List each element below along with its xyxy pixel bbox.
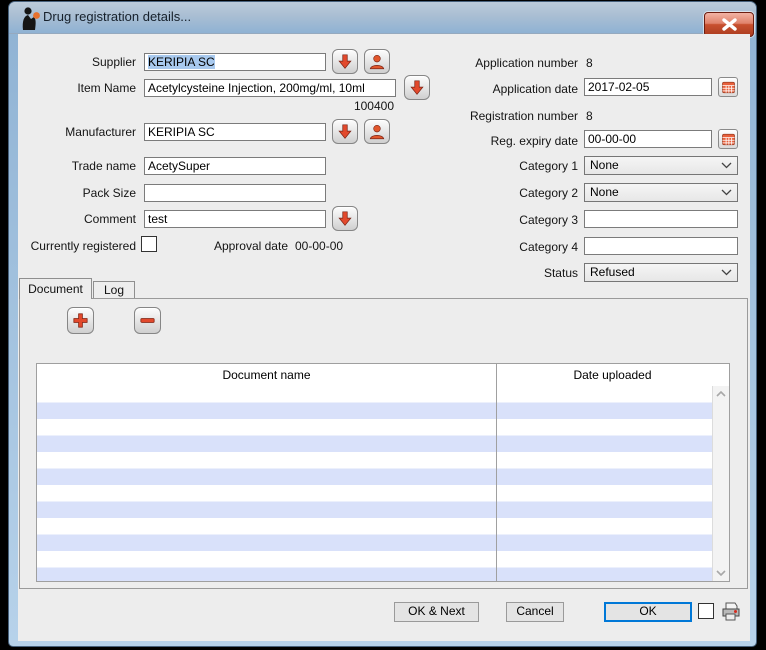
table-body[interactable]: [37, 386, 729, 581]
red-down-arrow-icon: [336, 210, 354, 228]
category2-label: Category 2: [388, 184, 578, 202]
category2-select[interactable]: None: [584, 183, 738, 202]
chevron-down-icon: [721, 269, 732, 276]
window-title: Drug registration details...: [43, 9, 191, 24]
approval-date-label: Approval date: [138, 237, 288, 255]
trade-name-label: Trade name: [18, 157, 136, 175]
red-down-arrow-icon: [336, 123, 354, 141]
comment-label: Comment: [18, 210, 136, 228]
chevron-down-icon: [716, 570, 726, 576]
calendar-icon: [721, 80, 736, 95]
pack-size-label: Pack Size: [18, 184, 136, 202]
category1-label: Category 1: [388, 157, 578, 175]
dialog-content: Supplier KERIPIA SC Item Name Acetylcyst…: [18, 34, 750, 641]
pack-size-input[interactable]: [144, 184, 326, 202]
item-name-input[interactable]: Acetylcysteine Injection, 200mg/ml, 10ml: [144, 79, 396, 97]
item-name-label: Item Name: [18, 79, 136, 97]
comment-dropdown-button[interactable]: [332, 206, 358, 231]
printer-icon: [720, 601, 742, 622]
close-x-icon: [721, 18, 738, 31]
title-bar[interactable]: Drug registration details...: [9, 2, 756, 34]
column-header-document-name[interactable]: Document name: [37, 364, 496, 386]
remove-button[interactable]: [134, 307, 161, 334]
column-header-date-uploaded[interactable]: Date uploaded: [496, 364, 729, 386]
reg-expiry-calendar-button[interactable]: [718, 129, 738, 149]
person-icon: [368, 123, 386, 141]
supplier-input[interactable]: KERIPIA SC: [144, 53, 326, 71]
reg-expiry-date-label: Reg. expiry date: [388, 132, 578, 150]
item-code: 100400: [144, 97, 394, 115]
add-button[interactable]: [67, 307, 94, 334]
supplier-dropdown-button[interactable]: [332, 49, 358, 74]
chevron-down-icon: [721, 189, 732, 196]
screen: Drug registration details... Supplier KE…: [0, 0, 766, 650]
category4-label: Category 4: [388, 238, 578, 256]
trade-name-input[interactable]: AcetySuper: [144, 157, 326, 175]
application-date-calendar-button[interactable]: [718, 77, 738, 97]
application-number-label: Application number: [388, 54, 578, 72]
application-number-value: 8: [586, 54, 593, 72]
vertical-scrollbar[interactable]: [712, 386, 729, 581]
category3-input[interactable]: [584, 210, 738, 228]
application-date-label: Application date: [388, 80, 578, 98]
dialog-window: Drug registration details... Supplier KE…: [8, 1, 757, 647]
category3-label: Category 3: [388, 211, 578, 229]
document-table[interactable]: Document name Date uploaded: [36, 363, 730, 582]
application-date-input[interactable]: 2017-02-05: [584, 78, 712, 96]
calendar-icon: [721, 132, 736, 147]
column-divider: [496, 364, 497, 581]
reg-expiry-date-input[interactable]: 00-00-00: [584, 130, 712, 148]
manufacturer-contact-button[interactable]: [364, 119, 390, 144]
category1-select[interactable]: None: [584, 156, 738, 175]
supplier-label: Supplier: [18, 53, 136, 71]
plus-icon: [71, 311, 90, 330]
registration-number-label: Registration number: [388, 107, 578, 125]
status-label: Status: [388, 264, 578, 282]
ok-next-button[interactable]: OK & Next: [394, 602, 479, 622]
table-header: Document name Date uploaded: [37, 364, 729, 387]
person-icon: [368, 53, 386, 71]
cancel-button[interactable]: Cancel: [506, 602, 564, 622]
minus-icon: [138, 311, 157, 330]
manufacturer-label: Manufacturer: [18, 123, 136, 141]
manufacturer-dropdown-button[interactable]: [332, 119, 358, 144]
app-person-icon: [18, 6, 42, 31]
approval-date-value: 00-00-00: [295, 237, 343, 255]
registration-number-value: 8: [586, 107, 593, 125]
print-checkbox[interactable]: [698, 603, 714, 619]
tab-log[interactable]: Log: [93, 281, 135, 299]
ok-button[interactable]: OK: [604, 602, 692, 622]
manufacturer-input[interactable]: KERIPIA SC: [144, 123, 326, 141]
category4-input[interactable]: [584, 237, 738, 255]
red-down-arrow-icon: [336, 53, 354, 71]
chevron-up-icon: [716, 391, 726, 397]
comment-input[interactable]: test: [144, 210, 326, 228]
scroll-up-button[interactable]: [713, 386, 729, 402]
supplier-contact-button[interactable]: [364, 49, 390, 74]
chevron-down-icon: [721, 162, 732, 169]
scroll-down-button[interactable]: [713, 565, 729, 581]
currently-registered-label: Currently registered: [18, 237, 136, 255]
status-select[interactable]: Refused: [584, 263, 738, 282]
tab-document[interactable]: Document: [19, 278, 92, 299]
